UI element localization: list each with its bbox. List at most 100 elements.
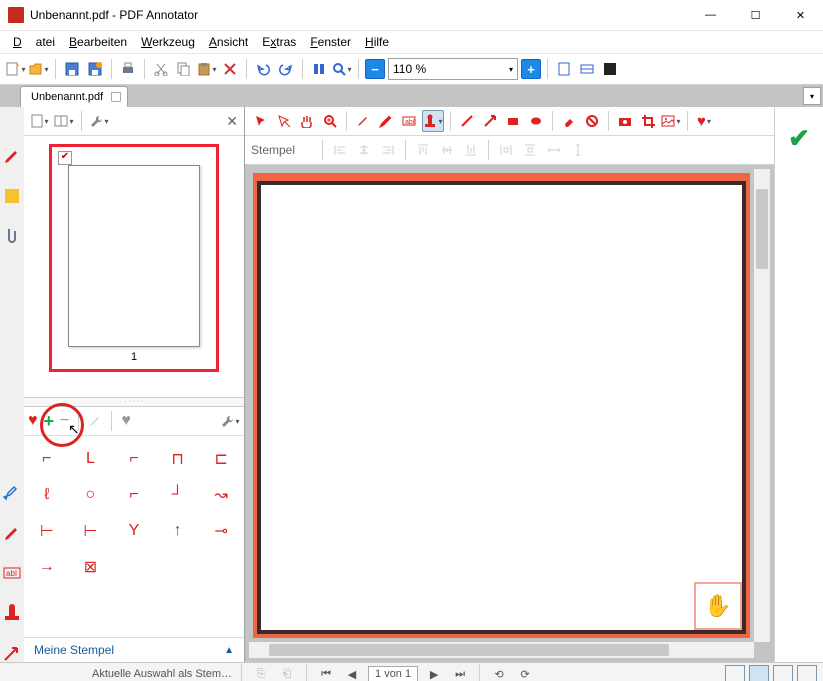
crop-tool[interactable] [638,111,658,131]
stamp-item[interactable]: ↑ [159,516,197,546]
view-continuous-button[interactable] [749,665,769,681]
ellipse-tool[interactable] [526,111,546,131]
stamp-item[interactable]: ⊸ [202,516,240,546]
delete-button[interactable] [220,59,240,79]
first-page-button[interactable]: ⏮ [316,664,336,681]
maximize-button[interactable]: ☐ [733,0,778,30]
next-page-button[interactable]: ▶ [424,664,444,681]
paste-button[interactable]: ▾ [197,59,217,79]
minimize-button[interactable]: — [688,0,733,30]
stamp-item[interactable]: ⌐ [115,480,153,510]
favorite-icon[interactable]: ♥ [28,412,38,430]
fit-width-button[interactable] [577,59,597,79]
align-center-button[interactable] [354,140,374,160]
pen-tool[interactable] [353,111,373,131]
align-right-button[interactable] [378,140,398,160]
horizontal-scrollbar[interactable] [249,642,754,658]
status-nav1[interactable]: ⎘ [251,664,271,681]
menu-extras[interactable]: Extras [255,32,303,52]
redo-button[interactable] [276,59,296,79]
stamp-item[interactable]: ⊓ [159,444,197,474]
add-stamp-button[interactable]: + [44,411,55,432]
stamp-tool-button[interactable]: ▾ [422,110,444,132]
menu-file[interactable]: Datei [6,32,62,52]
confirm-check-icon[interactable]: ✔ [788,123,810,154]
stamp-item[interactable]: ⌐ [28,444,66,474]
attachment-tool-icon[interactable] [3,227,21,245]
zoom-out-button[interactable]: − [365,59,385,79]
note-tool-icon[interactable] [3,187,21,205]
remove-stamp-button[interactable]: − [60,412,69,430]
pencil-tool-icon[interactable] [3,524,21,542]
panel-gripper[interactable]: · · · · · [24,397,244,407]
save-button[interactable] [62,59,82,79]
favorite-filter-icon[interactable]: ♥ [121,412,131,430]
text-box-tool-icon[interactable]: abI [3,564,21,582]
view-single-button[interactable] [725,665,745,681]
document-tab[interactable]: Unbenannt.pdf [20,86,128,107]
open-button[interactable]: ▾ [29,59,49,79]
undo-button[interactable] [253,59,273,79]
camera-tool[interactable] [615,111,635,131]
favorites-button[interactable]: ♥▾ [694,111,714,131]
menu-help[interactable]: Hilfe [358,32,396,52]
vertical-scrollbar[interactable] [754,169,770,642]
erase-area-tool[interactable] [582,111,602,131]
stamp-item[interactable]: ⊠ [72,552,110,582]
history-forward-button[interactable]: ⟳ [515,664,535,681]
select-tool[interactable] [251,111,271,131]
document-page[interactable] [253,173,750,638]
find-button[interactable] [309,59,329,79]
page-thumbnail[interactable]: ✔ 1 [49,144,219,372]
view-twoup-button[interactable] [773,665,793,681]
menu-window[interactable]: Fenster [303,32,358,52]
pan-tool[interactable] [297,111,317,131]
stamp-item[interactable]: ⊢ [72,516,110,546]
new-button[interactable]: ▾ [6,59,26,79]
edit-stamp-button[interactable] [88,414,102,428]
pan-mode-button[interactable]: ✋ [694,582,742,630]
side-close-button[interactable]: ✕ [226,113,238,130]
stamp-item[interactable]: ⌐ [115,444,153,474]
align-top-button[interactable] [413,140,433,160]
side-page-button[interactable]: ▾ [30,111,50,131]
stamp-wrench-button[interactable]: ▾ [220,411,240,431]
eraser-tool[interactable] [559,111,579,131]
rectangle-tool[interactable] [503,111,523,131]
marker-tool-icon[interactable] [3,484,21,502]
arrow-tool-icon[interactable] [3,644,21,662]
stamp-category-header[interactable]: Meine Stempel▲ [24,637,244,662]
equal-width-button[interactable] [544,140,564,160]
line-tool[interactable] [457,111,477,131]
last-page-button[interactable]: ⏭ [450,664,470,681]
status-nav2[interactable]: ⎗ [277,664,297,681]
stamp-item[interactable]: ○ [72,480,110,510]
align-left-button[interactable] [330,140,350,160]
page-indicator[interactable]: 1 von 1 [368,666,418,681]
save-as-button[interactable] [85,59,105,79]
text-tool[interactable]: abI [399,111,419,131]
cut-button[interactable] [151,59,171,79]
menu-edit[interactable]: Bearbeiten [62,32,134,52]
fullscreen-button[interactable] [600,59,620,79]
tab-overflow-button[interactable]: ▾ [803,87,821,105]
zoom-in-button[interactable]: + [521,59,541,79]
distribute-h-button[interactable] [496,140,516,160]
stamp-tool-icon[interactable] [3,604,21,622]
stamp-item[interactable]: ⊏ [202,444,240,474]
zoom-select[interactable]: 110 %▾ [388,58,518,80]
print-button[interactable] [118,59,138,79]
history-back-button[interactable]: ⟲ [489,664,509,681]
view-twoup-continuous-button[interactable] [797,665,817,681]
equal-height-button[interactable] [568,140,588,160]
stamp-item[interactable]: ↝ [202,480,240,510]
image-tool[interactable]: ▾ [661,111,681,131]
fit-page-button[interactable] [554,59,574,79]
menu-view[interactable]: Ansicht [202,32,255,52]
stamp-item[interactable]: ⊢ [28,516,66,546]
stamp-item[interactable]: Y [115,516,153,546]
copy-button[interactable] [174,59,194,79]
menu-tool[interactable]: Werkzeug [134,32,202,52]
pen-tool-icon[interactable] [3,147,21,165]
distribute-v-button[interactable] [520,140,540,160]
